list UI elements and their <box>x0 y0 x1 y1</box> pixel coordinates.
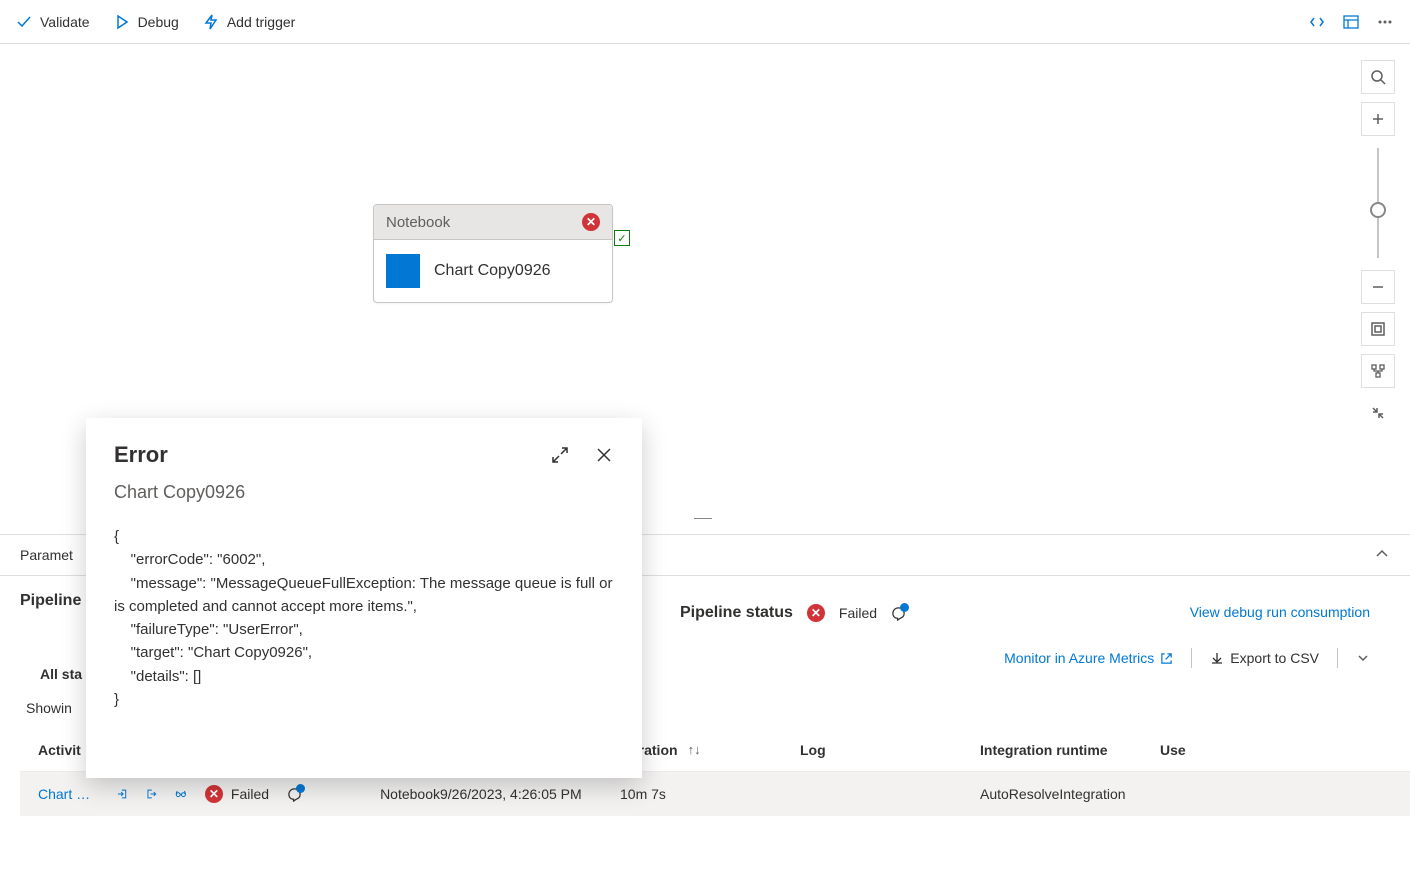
zoom-handle[interactable] <box>1370 202 1386 218</box>
add-trigger-label: Add trigger <box>227 14 295 30</box>
monitor-metrics-link[interactable]: Monitor in Azure Metrics <box>1004 650 1173 666</box>
download-icon <box>1210 651 1224 665</box>
close-icon[interactable] <box>594 445 614 465</box>
row-status: Failed <box>231 786 269 802</box>
th-log[interactable]: Log <box>800 742 980 758</box>
divider <box>1337 648 1338 668</box>
row-type: Notebook <box>380 786 440 802</box>
success-badge-icon: ✓ <box>614 230 630 246</box>
search-icon <box>1370 69 1386 85</box>
sort-icon: ↑↓ <box>688 742 701 757</box>
minimize-button[interactable] <box>1361 396 1395 430</box>
panel-collapse-button[interactable] <box>1374 546 1390 565</box>
status-error-icon: ✕ <box>807 604 825 622</box>
chevron-up-icon <box>1374 546 1390 562</box>
lightning-icon <box>203 14 219 30</box>
row-info-icon[interactable] <box>287 787 302 802</box>
th-user[interactable]: Use <box>1160 742 1330 758</box>
check-icon <box>16 14 32 30</box>
th-duration[interactable]: Duration ↑↓ <box>620 742 800 758</box>
row-duration: 10m 7s <box>620 786 800 802</box>
expand-icon[interactable] <box>550 445 570 465</box>
input-icon[interactable] <box>116 785 128 803</box>
minus-icon <box>1370 279 1386 295</box>
th-runtime[interactable]: Integration runtime <box>980 742 1160 758</box>
activity-name: Chart Copy0926 <box>434 262 551 280</box>
error-dialog: Error Chart Copy0926 { "errorCode": "600… <box>86 418 642 778</box>
activity-type-label: Notebook <box>386 214 450 231</box>
divider <box>1191 648 1192 668</box>
validate-label: Validate <box>40 14 90 30</box>
add-trigger-button[interactable]: Add trigger <box>203 14 295 30</box>
play-icon <box>114 14 130 30</box>
external-link-icon <box>1160 652 1173 665</box>
properties-icon[interactable] <box>1342 13 1360 31</box>
error-dialog-title: Error <box>114 442 168 468</box>
row-runtime: AutoResolveIntegration <box>980 786 1160 802</box>
activity-card[interactable]: Notebook ✕ Chart Copy0926 ✓ <box>373 204 613 303</box>
row-error-icon: ✕ <box>205 785 223 803</box>
row-run-start: 9/26/2023, 4:26:05 PM <box>440 786 620 802</box>
error-dialog-body: { "errorCode": "6002", "message": "Messa… <box>114 525 614 711</box>
validate-button[interactable]: Validate <box>16 14 90 30</box>
error-icon: ✕ <box>582 213 600 231</box>
table-row[interactable]: Chart Copy0… ✕ Failed Notebook 9/26/2023… <box>20 772 1410 816</box>
tab-parameters[interactable]: Paramet <box>20 547 73 563</box>
auto-align-button[interactable] <box>1361 354 1395 388</box>
status-info-icon[interactable] <box>891 606 906 621</box>
debug-label: Debug <box>138 14 179 30</box>
view-debug-consumption-link[interactable]: View debug run consumption <box>1190 604 1370 620</box>
export-csv-button[interactable]: Export to CSV <box>1210 650 1319 666</box>
panel-resize-handle[interactable] <box>694 518 712 522</box>
fit-icon <box>1370 321 1386 337</box>
pipeline-status-label: Pipeline status <box>680 604 793 622</box>
fit-view-button[interactable] <box>1361 312 1395 346</box>
search-canvas-button[interactable] <box>1361 60 1395 94</box>
code-icon[interactable] <box>1308 13 1326 31</box>
zoom-out-button[interactable] <box>1361 270 1395 304</box>
zoom-slider[interactable] <box>1377 148 1379 258</box>
layout-icon <box>1370 363 1386 379</box>
error-dialog-subtitle: Chart Copy0926 <box>114 482 614 503</box>
collapse-icon <box>1370 405 1386 421</box>
zoom-in-button[interactable] <box>1361 102 1395 136</box>
notebook-icon <box>386 254 420 288</box>
plus-icon <box>1370 111 1386 127</box>
more-icon[interactable] <box>1376 13 1394 31</box>
output-icon[interactable] <box>146 785 158 803</box>
status-filter[interactable]: All sta <box>40 666 82 682</box>
debug-button[interactable]: Debug <box>114 14 179 30</box>
glasses-icon[interactable] <box>175 785 187 803</box>
chevron-down-icon[interactable] <box>1356 651 1370 665</box>
activity-name-link[interactable]: Chart Copy0… <box>38 786 98 802</box>
pipeline-status-value: Failed <box>839 605 877 621</box>
